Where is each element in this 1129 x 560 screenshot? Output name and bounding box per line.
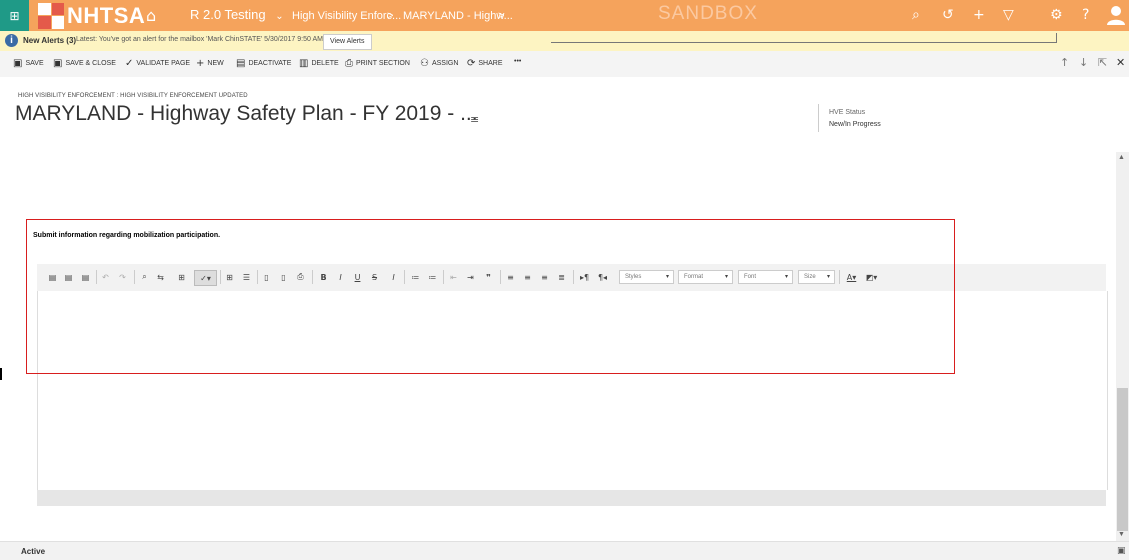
save-icon: ▣ [13, 58, 23, 69]
app-selector[interactable]: R 2.0 Testing ⌄ [190, 7, 284, 22]
status-bar: Active ▣ [0, 541, 1129, 560]
delete-label: DELETE [311, 60, 339, 67]
alert-title[interactable]: New Alerts (3) [23, 36, 76, 45]
assign-icon: ⚇ [420, 58, 429, 69]
chevron-right-icon: > [498, 10, 505, 22]
save-close-icon: ▣ [53, 58, 63, 69]
arrow-down-icon[interactable]: ↓ [1079, 56, 1088, 69]
breadcrumb: HIGH VISIBILITY ENFORCEMENT : HIGH VISIB… [18, 93, 248, 99]
share-icon: ⟳ [467, 58, 476, 69]
page-title: MARYLAND - Highway Safety Plan - FY 2019… [15, 102, 478, 125]
app-launcher-button[interactable]: ⊞ [0, 0, 29, 31]
search-icon[interactable]: ⌕ [912, 7, 920, 23]
deactivate-button[interactable]: ▤ DEACTIVATE [236, 58, 291, 69]
expand-icon[interactable]: ⇱ [1098, 56, 1107, 69]
scrollbar-thumb[interactable] [1117, 388, 1128, 531]
waffle-icon: ⊞ [9, 8, 20, 23]
record-status: Active [21, 547, 46, 556]
filter-icon[interactable]: ▽ [1003, 7, 1014, 23]
assign-label: ASSIGN [431, 60, 459, 67]
status-field-value: New/In Progress [829, 121, 881, 128]
save-icon[interactable]: ▣ [1117, 546, 1126, 556]
print-section-button[interactable]: ⎙ PRINT SECTION [345, 58, 410, 69]
chevron-right-icon: > [387, 10, 394, 22]
more-label: ••• [514, 58, 522, 65]
list-icon[interactable]: ≡ [470, 113, 479, 126]
command-bar: ▣ SAVE ▣ SAVE & CLOSE ✓ VALIDATE PAGE + NEW … [0, 51, 1129, 77]
new-label: NEW [207, 60, 224, 67]
divider [1056, 33, 1057, 43]
home-icon[interactable]: ⌂ [146, 6, 156, 25]
trash-icon: ▥ [299, 58, 309, 69]
scroll-down-icon[interactable]: ▼ [1118, 531, 1125, 538]
info-icon: i [5, 34, 18, 47]
divider [551, 42, 1057, 43]
cursor-marker [0, 368, 2, 380]
alert-bar: i New Alerts (3) Latest: You've got an a… [0, 31, 1129, 78]
scroll-up-icon[interactable]: ▲ [1118, 154, 1125, 161]
delete-button[interactable]: ▥ DELETE [299, 58, 339, 69]
new-button[interactable]: + NEW [196, 58, 224, 69]
chevron-down-icon: ⌄ [275, 11, 284, 22]
close-icon[interactable]: ✕ [1116, 56, 1125, 69]
environment-label: SANDBOX [658, 3, 758, 24]
settings-icon[interactable]: ⚙ [1050, 7, 1063, 23]
assign-button[interactable]: ⚇ ASSIGN [420, 58, 458, 69]
print-label: PRINT SECTION [356, 60, 410, 67]
user-icon[interactable] [1106, 4, 1126, 26]
app-name: R 2.0 Testing [190, 7, 266, 22]
logo-text: NHTSA [67, 2, 146, 28]
save-button[interactable]: ▣ SAVE [13, 58, 44, 69]
save-close-label: SAVE & CLOSE [65, 60, 116, 67]
nav-crumb-record[interactable]: MARYLAND - Highw... [403, 10, 513, 22]
share-label: SHARE [478, 60, 503, 67]
save-label: SAVE [25, 60, 44, 67]
highlight-box [26, 219, 955, 374]
save-close-button[interactable]: ▣ SAVE & CLOSE [53, 58, 116, 69]
deactivate-label: DEACTIVATE [248, 60, 292, 67]
editor-footer [37, 490, 1106, 506]
printer-icon: ⎙ [345, 58, 353, 69]
validate-label: VALIDATE PAGE [136, 60, 191, 67]
nav-crumb-entity[interactable]: High Visibility Enforc... [292, 10, 401, 22]
plus-icon: + [196, 58, 205, 69]
add-icon[interactable]: + [973, 7, 985, 23]
deactivate-icon: ▤ [236, 58, 246, 69]
top-navigation-bar: ⊞ NHTSA ⌂ R 2.0 Testing ⌄ High Visibilit… [0, 0, 1129, 31]
help-icon[interactable]: ? [1082, 7, 1089, 23]
alert-message: Latest: You've got an alert for the mail… [76, 36, 323, 43]
more-commands-button[interactable]: ••• [514, 58, 521, 65]
status-field-label: HVE Status [829, 109, 866, 116]
history-icon[interactable]: ↺ [942, 7, 954, 23]
validate-page-button[interactable]: ✓ VALIDATE PAGE [125, 58, 190, 69]
divider [818, 104, 819, 132]
view-alerts-button[interactable]: View Alerts [323, 34, 372, 50]
validate-icon: ✓ [125, 58, 134, 69]
logo-mark-icon [38, 2, 64, 29]
arrow-up-icon[interactable]: ↑ [1060, 56, 1069, 69]
nhtsa-logo: NHTSA [38, 2, 145, 29]
share-button[interactable]: ⟳ SHARE [467, 58, 503, 69]
